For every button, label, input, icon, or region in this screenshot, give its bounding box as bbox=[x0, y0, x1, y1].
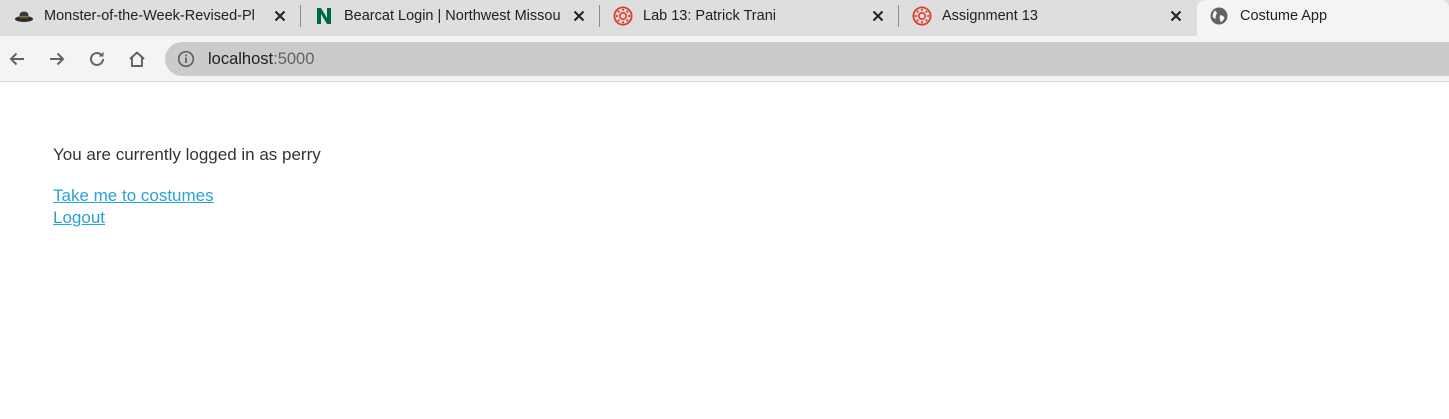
tab-title: Costume App bbox=[1240, 8, 1328, 24]
tab-bearcat-login[interactable]: Bearcat Login | Northwest Missou bbox=[300, 0, 600, 36]
arrow-right-icon bbox=[50, 52, 65, 66]
back-button[interactable] bbox=[4, 46, 30, 72]
arrow-left-icon bbox=[9, 52, 24, 66]
login-status-text: You are currently logged in as perry bbox=[53, 145, 321, 164]
address-bar[interactable]: localhost:5000 bbox=[165, 42, 1449, 76]
costumes-link[interactable]: Take me to costumes bbox=[53, 185, 214, 207]
home-icon bbox=[129, 51, 145, 67]
close-icon[interactable] bbox=[1166, 6, 1186, 26]
tab-lab-13[interactable]: Lab 13: Patrick Trani bbox=[599, 0, 899, 36]
close-icon[interactable] bbox=[569, 6, 589, 26]
page-content: You are currently logged in as perry Tak… bbox=[0, 83, 1449, 419]
tab-strip: Monster-of-the-Week-Revised-Pl Bearcat L… bbox=[0, 0, 1449, 36]
tab-monster-of-the-week[interactable]: Monster-of-the-Week-Revised-Pl bbox=[0, 0, 301, 36]
home-button[interactable] bbox=[124, 46, 150, 72]
close-icon[interactable] bbox=[270, 6, 290, 26]
globe-icon bbox=[1209, 6, 1229, 26]
reload-button[interactable] bbox=[84, 46, 110, 72]
canvas-icon bbox=[613, 6, 633, 26]
forward-button[interactable] bbox=[44, 46, 70, 72]
browser-toolbar: localhost:5000 bbox=[0, 36, 1449, 82]
tab-title: Monster-of-the-Week-Revised-Pl bbox=[44, 8, 254, 24]
tab-assignment-13[interactable]: Assignment 13 bbox=[898, 0, 1196, 36]
reload-icon bbox=[90, 51, 104, 66]
logout-link[interactable]: Logout bbox=[53, 207, 105, 229]
northwest-n-icon bbox=[314, 6, 334, 26]
info-icon[interactable] bbox=[177, 50, 195, 68]
close-icon[interactable] bbox=[868, 6, 888, 26]
tab-title: Bearcat Login | Northwest Missou bbox=[344, 8, 561, 24]
url-text[interactable]: localhost:5000 bbox=[208, 42, 314, 76]
canvas-icon bbox=[912, 6, 932, 26]
url-host: localhost bbox=[208, 50, 274, 68]
tab-title: Assignment 13 bbox=[942, 8, 1038, 24]
tab-title: Lab 13: Patrick Trani bbox=[643, 8, 776, 24]
url-port: :5000 bbox=[273, 50, 315, 68]
hat-icon bbox=[14, 6, 34, 26]
tab-costume-app[interactable]: Costume App bbox=[1197, 0, 1449, 36]
